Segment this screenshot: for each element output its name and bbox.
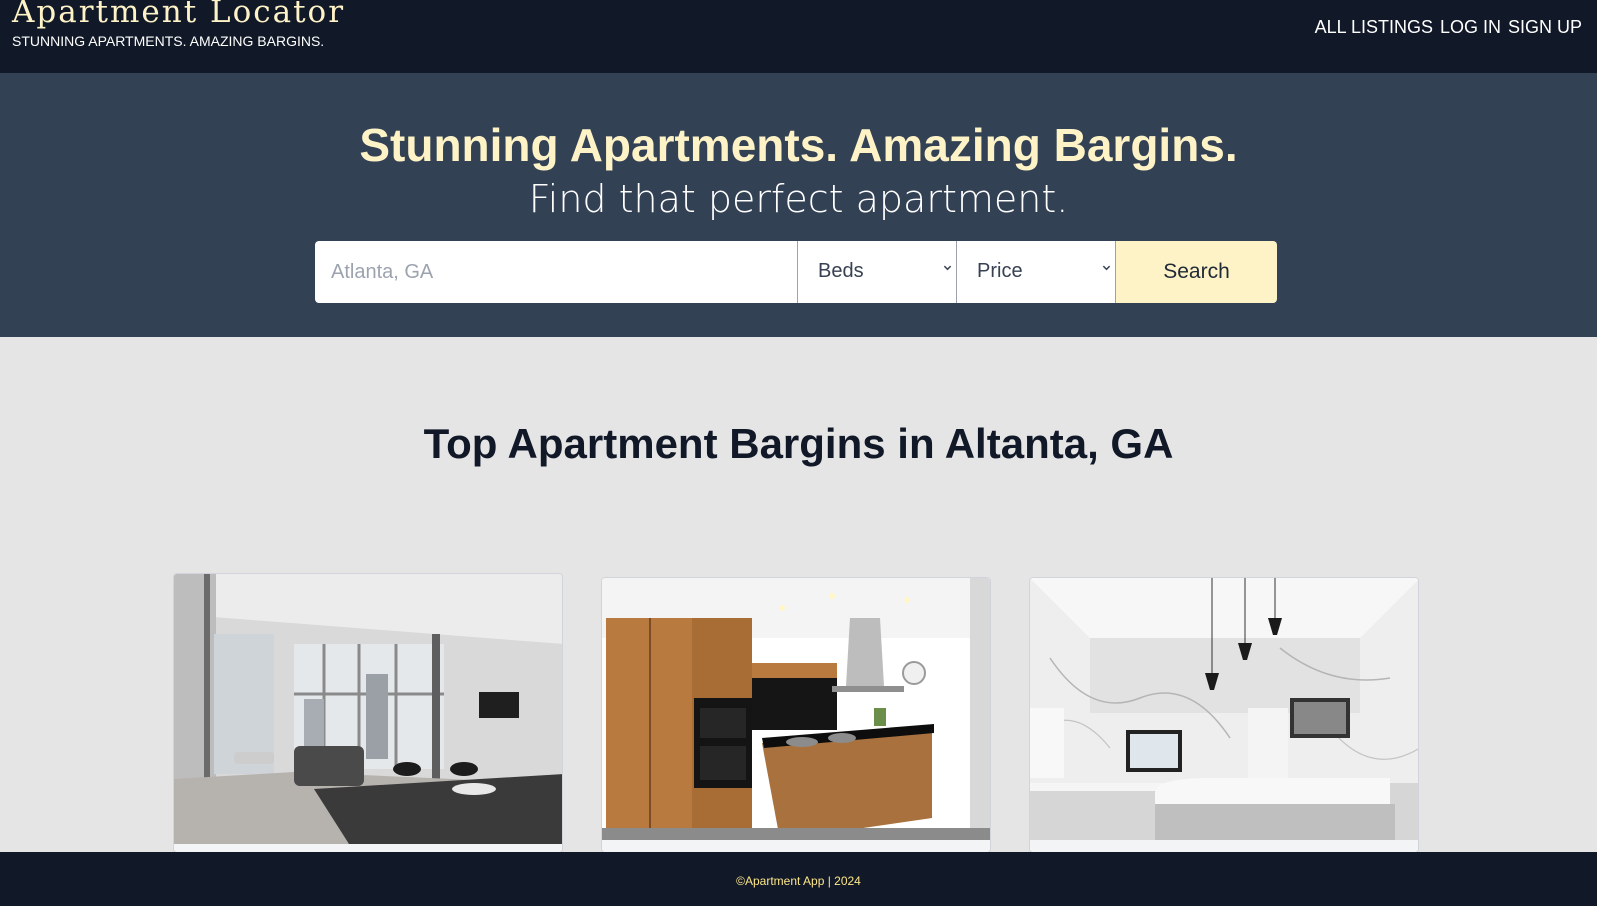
- hero-subtitle: Find that perfect apartment.: [528, 177, 1069, 221]
- listings-heading: Top Apartment Bargins in Altanta, GA: [423, 420, 1174, 467]
- nav-all-listings[interactable]: ALL LISTINGS: [1315, 17, 1433, 38]
- listing-card[interactable]: [173, 573, 563, 853]
- nav-sign-up[interactable]: SIGN UP: [1508, 17, 1582, 38]
- chevron-down-icon: [943, 265, 952, 271]
- price-select[interactable]: Price: [957, 241, 1116, 303]
- price-select-label: Price: [977, 260, 1023, 282]
- chevron-down-icon: [1102, 265, 1111, 271]
- footer-copyright: ©Apartment App | 2024: [736, 874, 861, 888]
- living-room-photo[interactable]: [174, 574, 563, 844]
- listing-card[interactable]: [601, 577, 991, 853]
- footer: ©Apartment App | 2024: [0, 852, 1597, 906]
- top-navbar: Apartment Locator STUNNING APARTMENTS. A…: [0, 0, 1600, 73]
- search-form: Beds Price Search: [315, 241, 1277, 303]
- brand[interactable]: Apartment Locator STUNNING APARTMENTS. A…: [12, 0, 345, 49]
- kitchen-marble-photo[interactable]: [1030, 578, 1419, 840]
- beds-select[interactable]: Beds: [798, 241, 957, 303]
- search-button[interactable]: Search: [1116, 241, 1277, 303]
- hero-title: Stunning Apartments. Amazing Bargins.: [359, 119, 1238, 171]
- beds-select-label: Beds: [818, 260, 864, 282]
- kitchen-wood-photo[interactable]: [602, 578, 991, 840]
- location-input[interactable]: [315, 241, 798, 303]
- listing-card[interactable]: [1029, 577, 1419, 853]
- nav-links: ALL LISTINGS LOG IN SIGN UP: [1315, 17, 1582, 38]
- brand-title[interactable]: Apartment Locator: [12, 0, 345, 30]
- nav-log-in[interactable]: LOG IN: [1440, 17, 1501, 38]
- hero-section: Stunning Apartments. Amazing Bargins. Fi…: [0, 73, 1597, 337]
- brand-tagline: STUNNING APARTMENTS. AMAZING BARGINS.: [12, 33, 325, 49]
